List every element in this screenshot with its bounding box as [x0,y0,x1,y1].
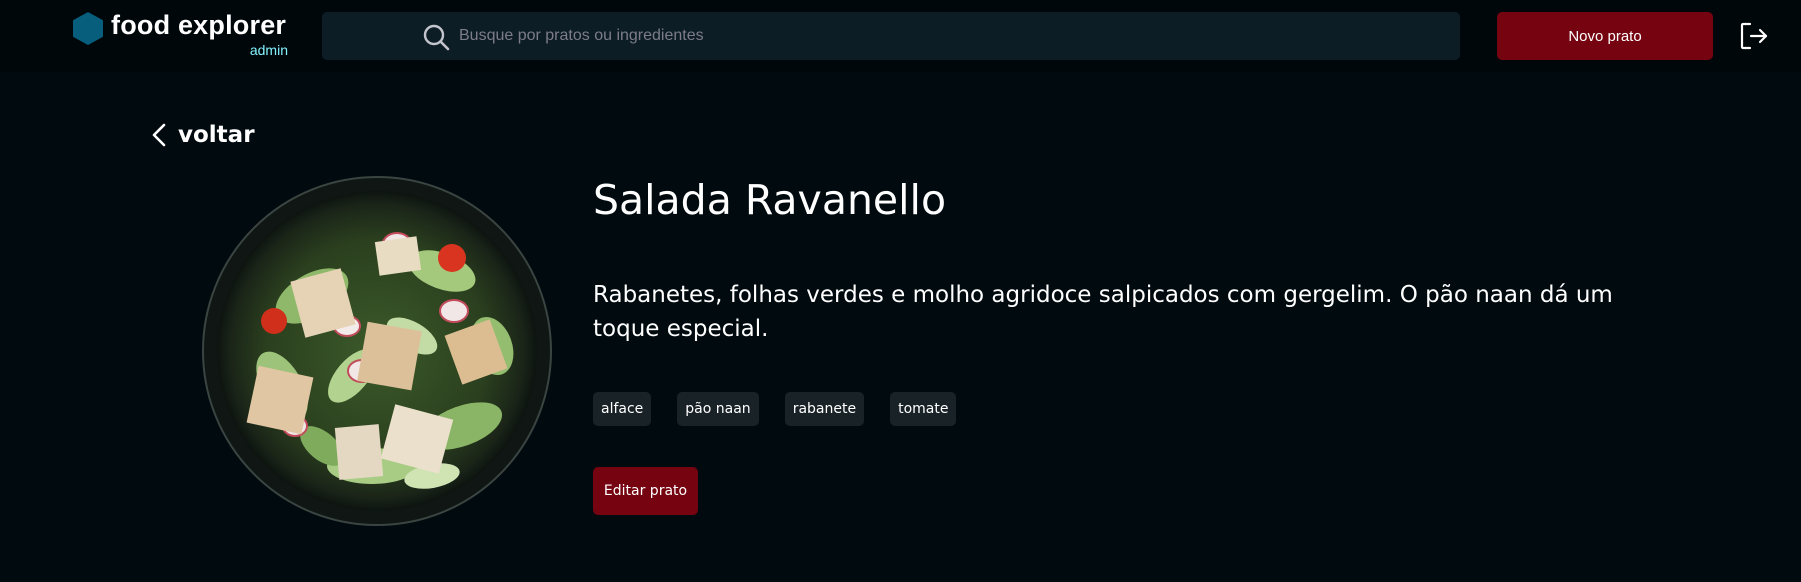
dish-image [202,176,552,526]
ingredient-tag: tomate [890,392,957,426]
chevron-left-icon [152,123,166,147]
ingredient-tag: alface [593,392,652,426]
back-link[interactable]: voltar [150,118,255,152]
search-bar[interactable] [322,12,1460,60]
logo-title: food explorer [111,10,287,40]
edit-dish-button[interactable]: Editar prato [593,467,698,515]
ingredient-tag: pão naan [677,392,759,426]
admin-badge: admin [249,42,288,58]
dish-title: Salada Ravanello [593,176,947,224]
hexagon-icon [73,12,103,45]
sign-out-icon[interactable] [1738,20,1770,52]
new-dish-button[interactable]: Novo prato [1497,12,1713,60]
ingredient-tag: rabanete [784,392,865,426]
dish-description: Rabanetes, folhas verdes e molho agridoc… [593,282,1613,342]
search-icon [423,24,450,51]
logo[interactable]: food explorer admin [73,10,288,60]
ingredient-tags: alface pão naan rabanete tomate [593,392,982,426]
header: food explorer admin Novo prato [0,0,1801,72]
search-input[interactable] [459,12,1419,60]
back-label: voltar [178,122,255,148]
